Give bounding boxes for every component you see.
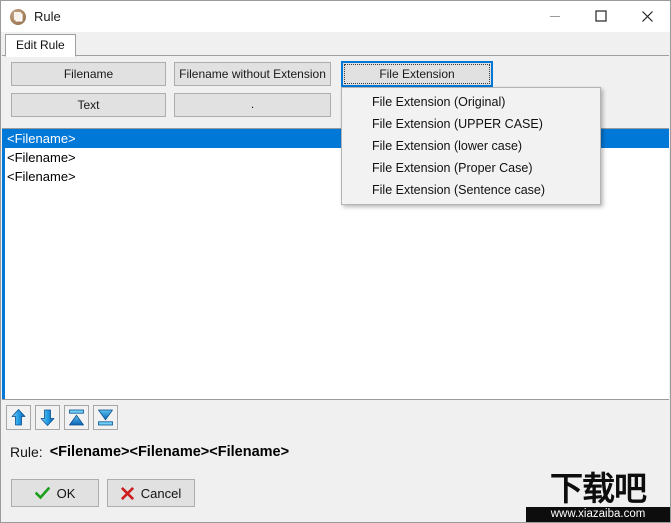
ok-button[interactable]: OK xyxy=(11,479,99,507)
cross-icon xyxy=(120,486,134,500)
menu-item-file-extension-upper-case[interactable]: File Extension (UPPER CASE) xyxy=(342,113,600,135)
close-button[interactable] xyxy=(624,1,670,31)
rule-dialog-window: Rule Edit Rule Filename Filename without… xyxy=(0,0,671,523)
tab-edit-rule[interactable]: Edit Rule xyxy=(5,34,76,57)
rule-preview-bar: Rule: <Filename><Filename><Filename> xyxy=(2,434,669,469)
move-up-button[interactable] xyxy=(6,405,31,430)
watermark-brand: 下载吧 xyxy=(550,469,647,508)
filename-without-extension-button-label: Filename without Extension xyxy=(179,67,326,81)
tab-strip: Edit Rule xyxy=(2,32,669,57)
cancel-button-label: Cancel xyxy=(140,485,182,501)
maximize-icon xyxy=(595,10,607,22)
menu-item-file-extension-proper-case[interactable]: File Extension (Proper Case) xyxy=(342,157,600,179)
tab-edit-rule-label: Edit Rule xyxy=(16,38,65,52)
file-extension-button[interactable]: File Extension xyxy=(341,61,493,87)
title-bar: Rule xyxy=(1,1,670,32)
move-to-top-button[interactable] xyxy=(64,405,89,430)
text-button-label: Text xyxy=(77,98,100,112)
check-icon xyxy=(34,486,50,499)
window-title: Rule xyxy=(34,9,61,24)
file-extension-button-label: File Extension xyxy=(379,67,455,81)
arrow-to-bottom-icon xyxy=(98,409,113,426)
text-button[interactable]: Text xyxy=(11,93,166,117)
menu-item-file-extension-original[interactable]: File Extension (Original) xyxy=(342,91,600,113)
menu-item-file-extension-lower-case[interactable]: File Extension (lower case) xyxy=(342,135,600,157)
move-to-bottom-button[interactable] xyxy=(93,405,118,430)
rule-preview-label: Rule: xyxy=(10,443,43,460)
watermark-url: www.xiazaiba.com xyxy=(526,507,670,522)
separator-button[interactable]: . xyxy=(174,93,331,117)
menu-item-file-extension-sentence-case[interactable]: File Extension (Sentence case) xyxy=(342,179,600,201)
order-toolbar xyxy=(2,401,669,434)
filename-without-extension-button[interactable]: Filename without Extension xyxy=(174,62,331,86)
rule-app-icon xyxy=(10,8,26,25)
filename-button-label: Filename xyxy=(63,67,114,81)
file-extension-dropdown-menu: File Extension (Original) File Extension… xyxy=(341,87,601,205)
minimize-icon xyxy=(550,16,560,17)
separator-button-label: . xyxy=(250,96,255,111)
ok-button-label: OK xyxy=(56,485,76,501)
rule-preview-value: <Filename><Filename><Filename> xyxy=(49,443,290,460)
move-down-button[interactable] xyxy=(35,405,60,430)
minimize-button[interactable] xyxy=(532,1,578,31)
cancel-button[interactable]: Cancel xyxy=(107,479,195,507)
close-icon xyxy=(641,10,653,22)
filename-button[interactable]: Filename xyxy=(11,62,166,86)
arrow-up-icon xyxy=(11,409,26,426)
arrow-to-top-icon xyxy=(69,409,84,426)
maximize-button[interactable] xyxy=(578,1,624,31)
arrow-down-icon xyxy=(40,409,55,426)
watermark: 下载吧 www.xiazaiba.com xyxy=(526,472,670,522)
